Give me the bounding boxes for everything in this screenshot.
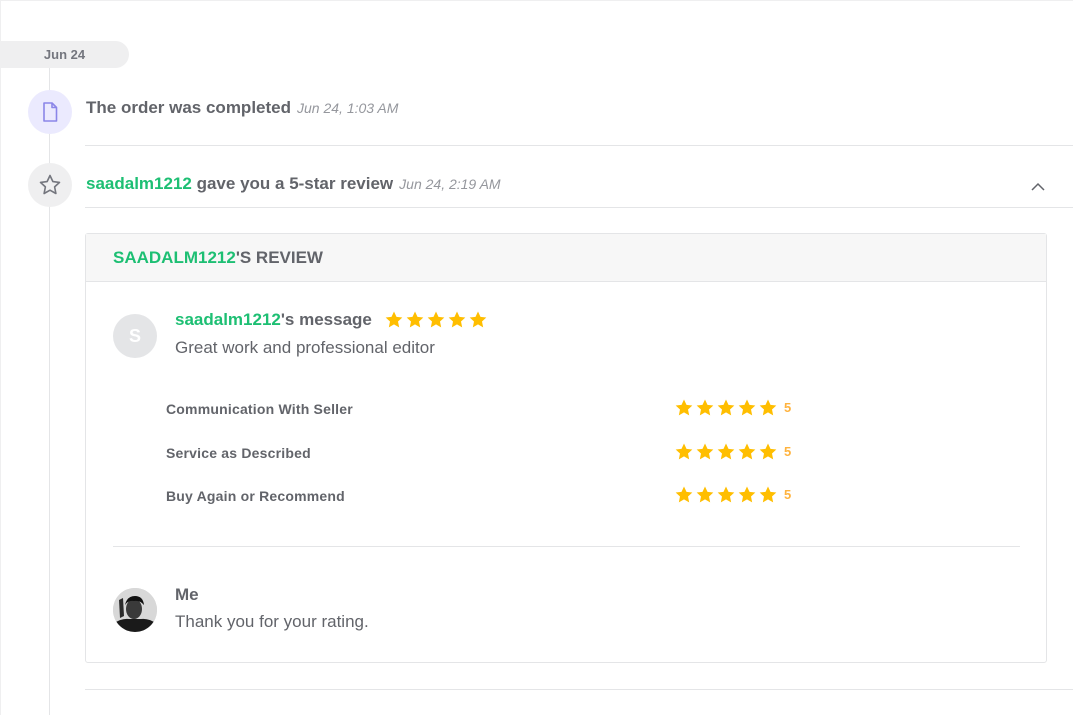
rating-label: Communication With Seller — [166, 401, 353, 417]
filled-star-icon — [405, 310, 425, 330]
filled-star-icon — [737, 442, 757, 462]
divider — [85, 145, 1073, 146]
divider — [113, 546, 1020, 547]
reply-author: Me — [175, 585, 199, 604]
buyer-star-rating — [384, 310, 488, 330]
event-order-completed: The order was completed Jun 24, 1:03 AM — [86, 98, 398, 118]
reply-message: Thank you for your rating. — [175, 612, 369, 631]
filled-star-icon — [426, 310, 446, 330]
event-time: Jun 24, 1:03 AM — [297, 100, 399, 116]
filled-star-icon — [716, 398, 736, 418]
avatar-initial: S — [128, 325, 141, 346]
buyer-message-title: saadalm1212's message — [175, 310, 488, 330]
rating-value: 5 — [784, 400, 792, 415]
rating-row: Communication With Seller 5 — [166, 398, 806, 422]
filled-star-icon — [695, 485, 715, 505]
event-time: Jun 24, 2:19 AM — [399, 176, 501, 192]
divider — [85, 207, 1073, 208]
star-icon — [28, 163, 72, 207]
filled-star-icon — [758, 485, 778, 505]
event-user-link[interactable]: saadalm1212 — [86, 174, 192, 193]
date-pill: Jun 24 — [0, 41, 129, 68]
left-border — [0, 0, 1, 715]
filled-star-icon — [674, 485, 694, 505]
event-review: saadalm1212 gave you a 5-star review Jun … — [86, 174, 501, 194]
rating-label: Service as Described — [166, 445, 311, 461]
filled-star-icon — [695, 442, 715, 462]
document-icon — [28, 90, 72, 134]
filled-star-icon — [384, 310, 404, 330]
review-header: SAADALM1212 'S REVIEW — [86, 234, 1046, 282]
review-card: SAADALM1212 'S REVIEW S saadalm1212's mes… — [85, 233, 1047, 663]
collapse-chevron-icon[interactable] — [1029, 180, 1047, 194]
buyer-name-suffix: 's message — [280, 310, 372, 329]
filled-star-icon — [758, 398, 778, 418]
filled-star-icon — [737, 398, 757, 418]
rating-stars — [674, 442, 778, 462]
event-text: The order was completed — [86, 98, 291, 117]
my-avatar — [113, 588, 157, 632]
filled-star-icon — [737, 485, 757, 505]
review-header-user: SAADALM1212 — [113, 247, 236, 267]
rating-label: Buy Again or Recommend — [166, 488, 345, 504]
date-label: Jun 24 — [43, 47, 86, 62]
divider — [85, 689, 1073, 690]
event-text: gave you a 5-star review — [191, 174, 394, 193]
buyer-message: Great work and professional editor — [175, 338, 435, 357]
filled-star-icon — [695, 398, 715, 418]
review-header-suffix: 'S REVIEW — [235, 247, 323, 267]
rating-stars — [674, 485, 778, 505]
rating-value: 5 — [784, 444, 792, 459]
buyer-name-link[interactable]: saadalm1212 — [175, 310, 281, 330]
rating-stars — [674, 398, 778, 418]
top-border — [0, 0, 1073, 1]
rating-row: Buy Again or Recommend 5 — [166, 485, 806, 509]
filled-star-icon — [447, 310, 467, 330]
filled-star-icon — [674, 442, 694, 462]
rating-row: Service as Described 5 — [166, 442, 806, 466]
filled-star-icon — [716, 442, 736, 462]
filled-star-icon — [716, 485, 736, 505]
filled-star-icon — [758, 442, 778, 462]
rating-value: 5 — [784, 487, 792, 502]
filled-star-icon — [674, 398, 694, 418]
buyer-avatar: S — [113, 314, 157, 358]
filled-star-icon — [468, 310, 488, 330]
